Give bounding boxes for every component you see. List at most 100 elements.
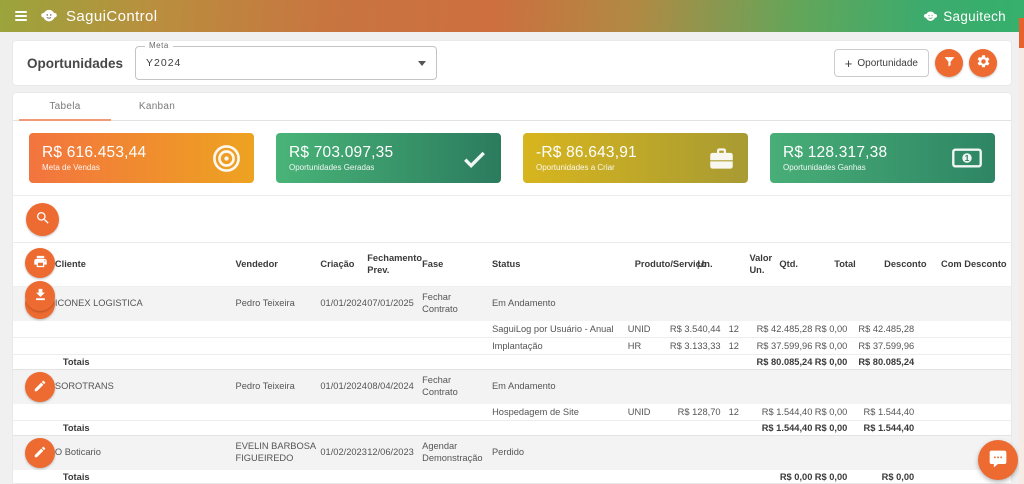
totals-label: Totais (63, 472, 480, 482)
cell-cliente: ICONEX LOGISTICA (55, 298, 236, 310)
cell-criacao: 01/01/2024 (320, 298, 367, 310)
cell-fechamento-prev: 07/01/2025 (367, 298, 422, 310)
download-icon (33, 287, 48, 305)
cell-fechamento-prev: 12/06/2023 (367, 447, 422, 459)
col-header-fase: Fase (422, 259, 492, 271)
saguitech-logo-icon (923, 9, 938, 24)
totals-com-desconto: R$ 1.544,40 (834, 423, 914, 433)
edit-button[interactable] (25, 438, 55, 468)
download-button[interactable] (25, 281, 55, 311)
kpi-cards: R$ 616.453,44 Meta de Vendas R$ 703.097,… (13, 121, 1011, 195)
totals-label: Totais (63, 357, 480, 367)
briefcase-icon (708, 145, 735, 172)
page-title: Oportunidades (27, 56, 123, 71)
totals-row: Totais R$ 0,00 R$ 0,00 R$ 0,00 (13, 470, 1011, 484)
cell-status: Em Andamento (492, 298, 1011, 310)
kpi-value: R$ 616.453,44 (42, 144, 146, 162)
col-header-status: Status (492, 259, 635, 271)
totals-com-desconto: R$ 0,00 (834, 472, 914, 482)
kpi-value: -R$ 86.643,91 (536, 144, 637, 162)
meta-select-value: Y2024 (146, 57, 181, 69)
search-row (13, 195, 1011, 243)
totals-label: Totais (63, 423, 480, 433)
tabs: Tabela Kanban (13, 93, 1011, 121)
product-row: SaguiLog por Usuário - Anual UNID R$ 3.5… (13, 321, 1011, 338)
meta-select[interactable]: Meta Y2024 (135, 46, 437, 80)
cell-fechamento-prev: 08/04/2024 (367, 381, 422, 393)
totals-row: Totais R$ 1.544,40 R$ 0,00 R$ 1.544,40 (13, 421, 1011, 436)
chat-icon (988, 449, 1008, 472)
cell-status: Em Andamento (492, 381, 1011, 393)
kpi-label: Oportunidades Geradas (289, 163, 393, 172)
app-title: SaguiControl (66, 8, 158, 25)
col-header-desconto: Desconto (884, 259, 941, 271)
table-header-row: Cliente Vendedor Criação Fechamento Prev… (13, 243, 1011, 287)
col-header-com-desconto: Com Desconto (941, 259, 1011, 271)
print-button[interactable] (25, 248, 55, 278)
tab-kanban[interactable]: Kanban (111, 93, 203, 120)
kpi-value: R$ 703.097,35 (289, 144, 393, 162)
col-header-produto-servico: Produto/Serviço (635, 259, 698, 271)
plus-icon: + (845, 57, 853, 70)
hamburger-menu-icon[interactable] (12, 8, 30, 24)
check-icon (461, 145, 488, 172)
kpi-label: Oportunidades a Criar (536, 163, 637, 172)
cell-fase: Fechar Contrato (422, 375, 492, 398)
tab-tabela[interactable]: Tabela (19, 93, 111, 120)
meta-select-label: Meta (145, 41, 173, 50)
cell-criacao: 01/02/2023 (320, 447, 367, 459)
page-body: Oportunidades Meta Y2024 + Oportunidade … (12, 40, 1012, 484)
svg-text:1: 1 (965, 153, 970, 163)
add-opportunity-label: Oportunidade (857, 58, 918, 69)
cell-valor-un: R$ 3.540,44 (651, 324, 721, 334)
edit-button[interactable] (25, 372, 55, 402)
gear-icon (976, 54, 991, 72)
cell-valor-un: R$ 128,70 (651, 407, 721, 417)
product-row: Hospedagem de Site UNID R$ 128,70 12 R$ … (13, 404, 1011, 421)
col-header-criacao: Criação (320, 259, 367, 271)
settings-button[interactable] (969, 49, 997, 77)
add-opportunity-button[interactable]: + Oportunidade (834, 49, 929, 77)
chat-button[interactable] (978, 440, 1018, 480)
opportunities-table: Cliente Vendedor Criação Fechamento Prev… (13, 243, 1011, 484)
brand-name: Saguitech (943, 9, 1006, 24)
table-actions-cell (13, 243, 55, 286)
col-header-vendedor: Vendedor (236, 259, 321, 271)
col-header-cliente: Cliente (55, 259, 236, 271)
col-header-qtd: Qtd. (779, 259, 834, 271)
cell-valor-un: R$ 3.133,33 (651, 341, 721, 351)
saguitech-brand: Saguitech (923, 9, 1012, 24)
cell-status: Perdido (492, 447, 1011, 459)
cell-criacao: 01/01/2024 (320, 381, 367, 393)
search-button[interactable] (26, 203, 59, 236)
content-card: Tabela Kanban R$ 616.453,44 Meta de Vend… (12, 92, 1012, 484)
cell-produto: SaguiLog por Usuário - Anual (480, 324, 616, 334)
kpi-oportunidades-a-criar: -R$ 86.643,91 Oportunidades a Criar (523, 133, 748, 183)
toolbar: Oportunidades Meta Y2024 + Oportunidade (12, 40, 1012, 86)
toolbar-actions: + Oportunidade (834, 49, 997, 77)
cell-fase: Agendar Demonstração (422, 441, 492, 464)
target-icon (212, 144, 241, 173)
cell-produto: Hospedagem de Site (480, 407, 616, 417)
col-header-fechamento-prev: Fechamento Prev. (367, 253, 422, 276)
print-icon (33, 254, 48, 272)
edit-icon (33, 445, 47, 462)
kpi-label: Meta de Vendas (42, 163, 146, 172)
app-header: SaguiControl Saguitech (0, 0, 1024, 32)
totals-row: Totais R$ 80.085,24 R$ 0,00 R$ 80.085,24 (13, 355, 1011, 370)
cell-fase: Fechar Contrato (422, 292, 492, 315)
edit-icon (33, 379, 47, 396)
filter-icon (943, 55, 956, 71)
cell-vendedor: Pedro Teixeira (236, 381, 321, 393)
kpi-oportunidades-geradas: R$ 703.097,35 Oportunidades Geradas (276, 133, 501, 183)
scrollbar-thumb[interactable] (1019, 18, 1024, 48)
filter-button[interactable] (935, 49, 963, 77)
cell-cliente: O Boticario (55, 447, 236, 459)
col-header-total: Total (834, 259, 884, 271)
col-header-un: Un. (698, 259, 750, 271)
col-header-valor-un: Valor Un. (749, 253, 779, 276)
monkey-logo-icon (40, 7, 58, 25)
cell-cliente: SOROTRANS (55, 381, 236, 393)
client-row-iconex: ICONEX LOGISTICA Pedro Teixeira 01/01/20… (13, 287, 1011, 321)
page-scrollbar[interactable] (1019, 18, 1024, 484)
